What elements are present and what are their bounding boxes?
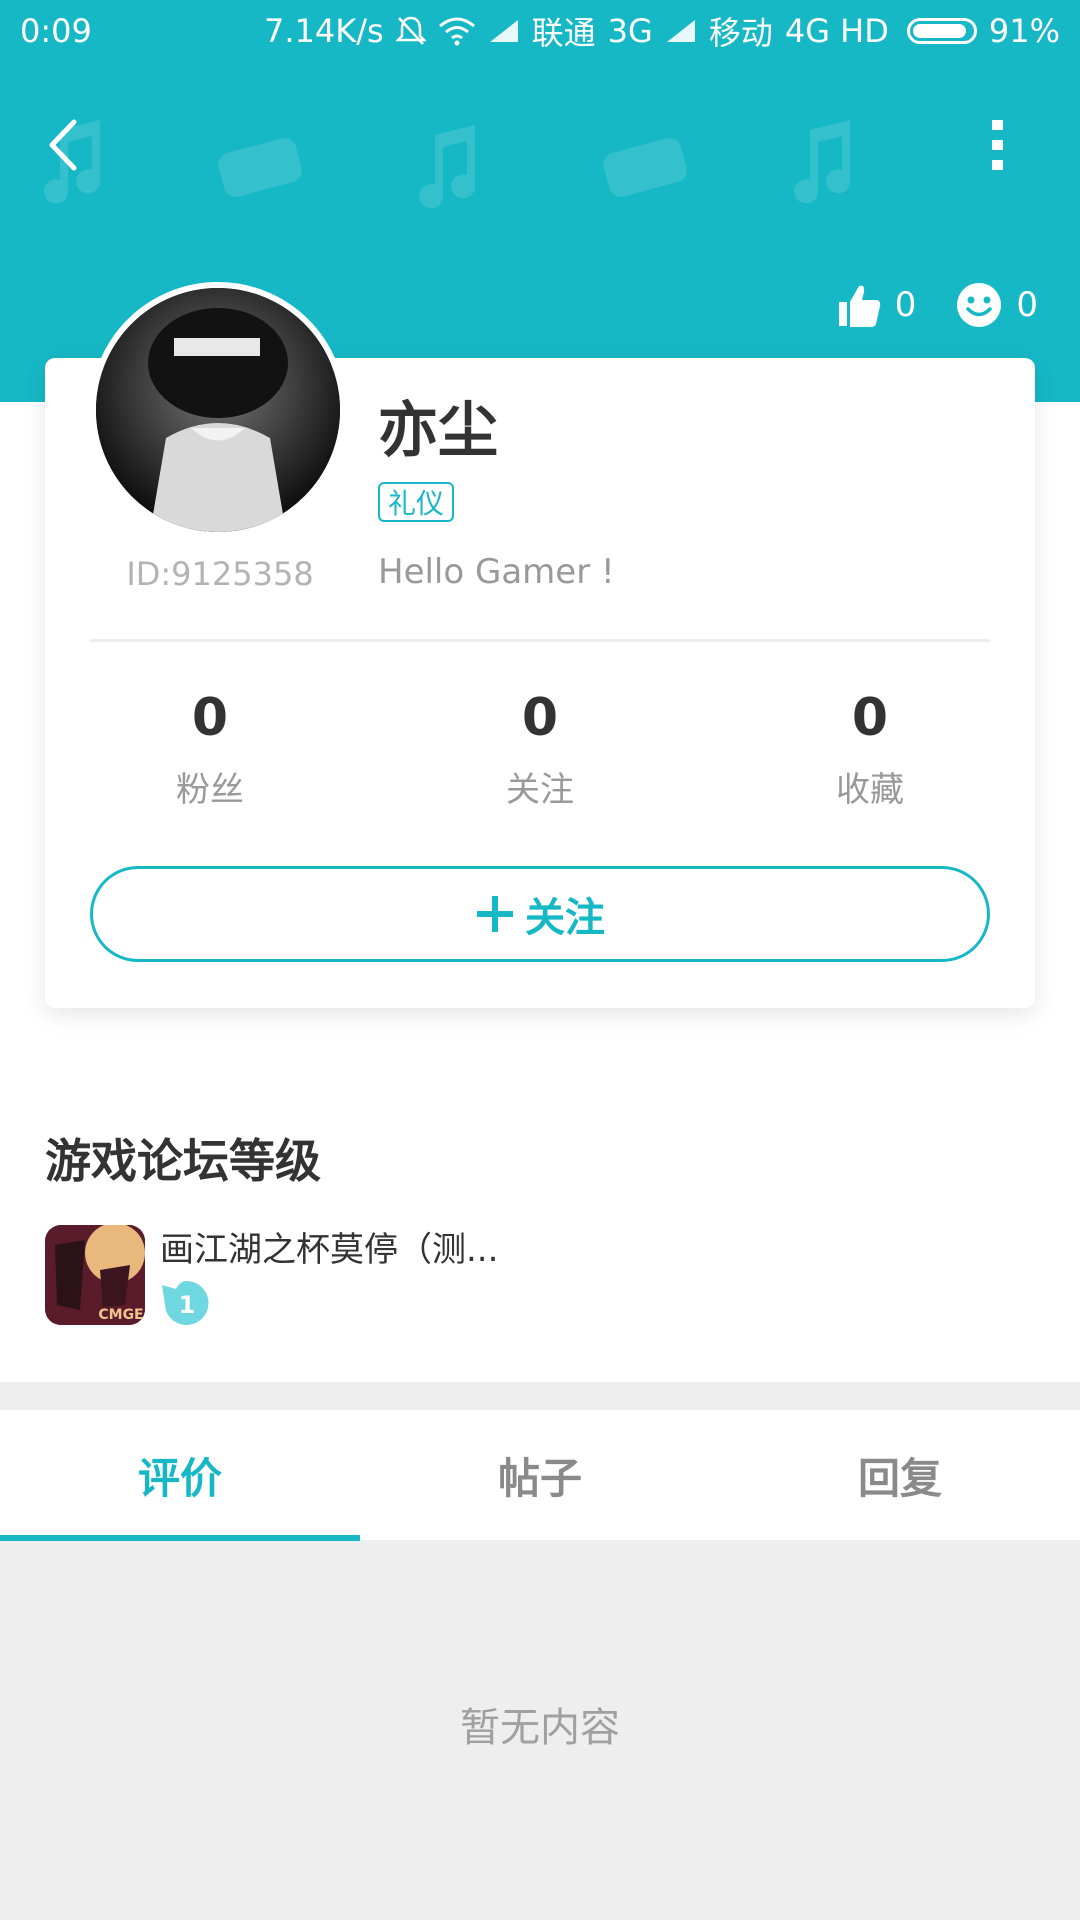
signal-icon xyxy=(489,20,518,42)
avatar-image xyxy=(96,288,340,532)
battery-icon xyxy=(906,18,977,44)
carrier-2: 移动 xyxy=(708,14,773,52)
tab-indicator xyxy=(0,1535,360,1541)
avatar[interactable] xyxy=(90,282,346,538)
signal-icon xyxy=(666,20,695,42)
level-value: 1 xyxy=(179,1291,196,1319)
stat-fans[interactable]: 0 粉丝 xyxy=(90,688,330,811)
game-icon[interactable]: CMGE xyxy=(45,1225,145,1325)
more-button[interactable] xyxy=(975,110,1021,180)
game-name[interactable]: 画江湖之杯莫停（测... xyxy=(160,1222,498,1271)
follow-button[interactable]: 关注 xyxy=(90,866,990,962)
tab-replies[interactable]: 回复 xyxy=(720,1410,1080,1540)
carrier-1: 联通 xyxy=(531,14,596,52)
gamepad-pattern-icon xyxy=(218,138,302,197)
level-badge: 1 xyxy=(160,1277,212,1327)
back-button[interactable] xyxy=(36,110,96,180)
stat-favorites[interactable]: 0 收藏 xyxy=(750,688,990,811)
stat-label: 关注 xyxy=(506,770,574,810)
gamepad-pattern-icon xyxy=(603,138,687,197)
header-reactions: 0 0 xyxy=(837,282,1038,328)
status-bar: 0:09 7.14K/s 联通 3G 移动 4G HD 91% xyxy=(0,0,1080,62)
stat-value: 0 xyxy=(191,688,229,748)
tab-posts[interactable]: 帖子 xyxy=(360,1410,720,1540)
likes-count: 0 xyxy=(894,285,917,325)
chevron-left-icon xyxy=(49,119,77,171)
game-icon-text: CMGE xyxy=(98,1307,143,1323)
network-type-1: 3G xyxy=(607,12,653,50)
user-bio: Hello Gamer ! xyxy=(378,552,615,592)
forum-level-title: 游戏论坛等级 xyxy=(45,1134,321,1188)
follow-label: 关注 xyxy=(525,895,605,941)
battery-percent: 91% xyxy=(988,12,1060,50)
thumbs-up-icon xyxy=(838,285,880,327)
net-speed: 7.14K/s xyxy=(263,12,384,50)
network-type-2: 4G HD xyxy=(784,12,889,50)
wifi-icon xyxy=(438,17,475,46)
stat-following[interactable]: 0 关注 xyxy=(420,688,660,811)
music-note-pattern-icon xyxy=(419,125,476,209)
divider xyxy=(90,639,990,642)
plus-icon xyxy=(477,896,513,932)
tab-reviews[interactable]: 评价 xyxy=(0,1410,360,1540)
status-time: 0:09 xyxy=(20,12,92,50)
music-note-pattern-icon xyxy=(794,120,851,204)
title-badge: 礼仪 xyxy=(378,482,455,522)
empty-state-text: 暂无内容 xyxy=(460,1705,620,1751)
more-vertical-icon xyxy=(992,120,1003,170)
game-cover-image: CMGE xyxy=(45,1225,145,1325)
user-id: ID:9125358 xyxy=(126,555,314,593)
level-bubble-icon: 1 xyxy=(162,1280,209,1325)
username: 亦尘 xyxy=(378,396,498,466)
smile-icon xyxy=(957,283,1002,327)
smiles-count: 0 xyxy=(1016,285,1038,325)
stat-value: 0 xyxy=(851,688,889,748)
likes-stat[interactable]: 0 xyxy=(837,282,917,328)
status-indicators: 7.14K/s 联通 3G 移动 4G HD 91% xyxy=(264,8,1060,54)
bell-muted-icon xyxy=(395,16,426,45)
smiles-stat[interactable]: 0 xyxy=(956,282,1038,328)
tab-bar: 评价 帖子 回复 xyxy=(0,1410,1080,1540)
stat-label: 粉丝 xyxy=(176,770,244,810)
stat-value: 0 xyxy=(521,688,559,748)
stat-label: 收藏 xyxy=(836,770,904,810)
